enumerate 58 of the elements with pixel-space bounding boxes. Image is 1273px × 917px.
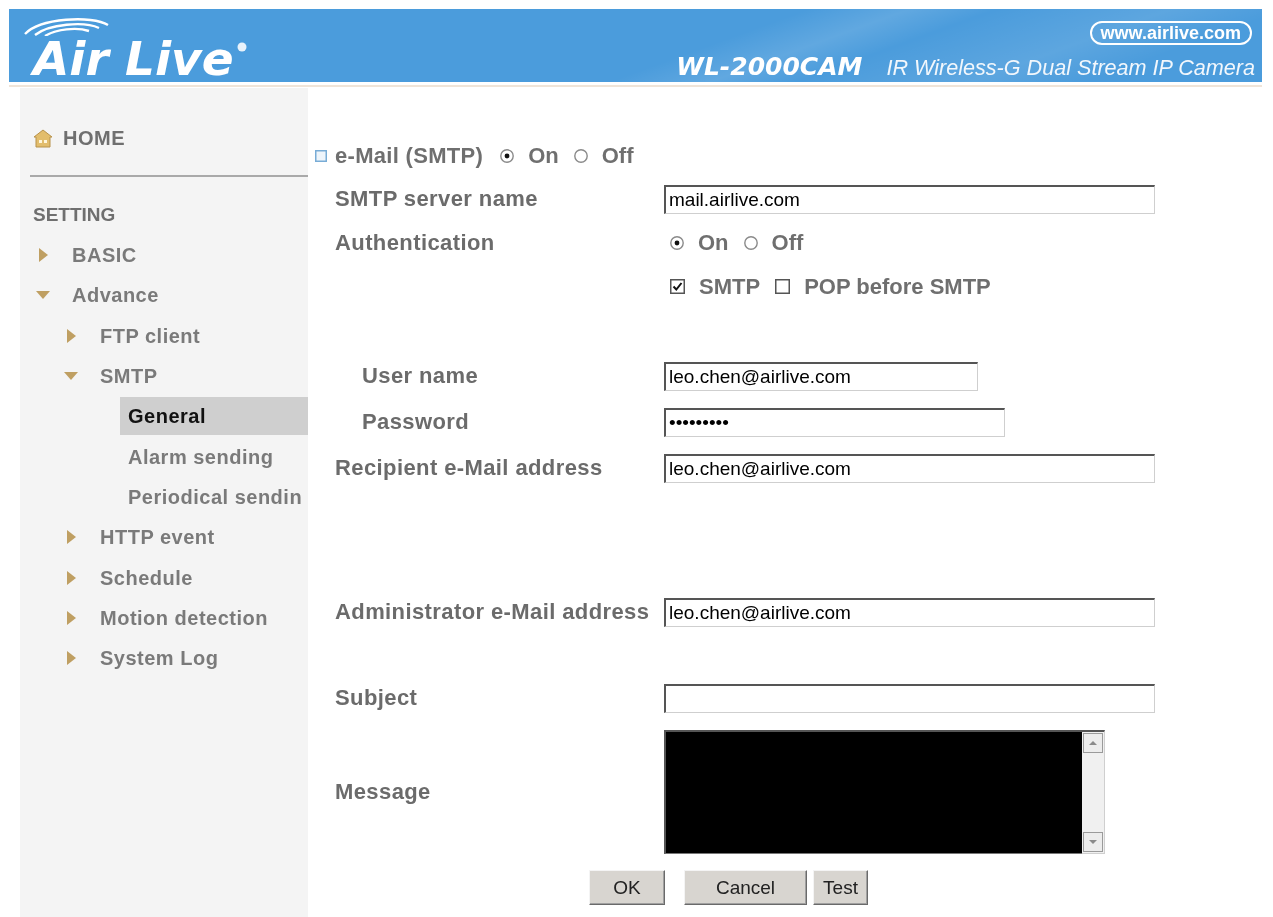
website-address: www.airlive.com: [1089, 21, 1252, 45]
square-bullet-icon: [315, 150, 327, 162]
right-triangle-icon[interactable]: [66, 610, 76, 625]
sidebar-item[interactable]: Periodical sendin: [120, 477, 311, 516]
field-label: Authentication: [335, 230, 496, 256]
sidebar-item[interactable]: FTP client: [92, 316, 209, 355]
field-label: Message: [335, 779, 432, 805]
password-field[interactable]: •••••••••: [664, 407, 1005, 437]
sidebar-item[interactable]: BASIC: [64, 236, 145, 275]
radio-button[interactable]: [500, 149, 515, 163]
checkbox-label: SMTP: [699, 273, 761, 300]
down-triangle-icon[interactable]: [64, 372, 78, 381]
field-label: User name: [361, 363, 480, 389]
sidebar-item[interactable]: Advance: [64, 276, 167, 315]
sidebar-item[interactable]: HTTP event: [92, 518, 223, 557]
test-button[interactable]: Test: [813, 870, 868, 905]
field-label: Subject: [335, 685, 419, 711]
ok-button[interactable]: OK: [589, 870, 665, 905]
sidebar-item[interactable]: General: [120, 397, 308, 436]
right-triangle-icon[interactable]: [66, 530, 76, 545]
radio-button[interactable]: [573, 149, 588, 163]
checkbox-label: POP before SMTP: [804, 273, 991, 300]
checkbox[interactable]: [670, 279, 685, 294]
field-label: Password: [361, 409, 471, 435]
section-title: e-Mail (SMTP): [335, 143, 484, 169]
house-icon[interactable]: [33, 128, 53, 148]
field-label: Administrator e-Mail address: [335, 599, 651, 625]
down-triangle-icon[interactable]: [36, 291, 50, 300]
sidebar-item[interactable]: SMTP: [92, 357, 166, 396]
field-label: Recipient e-Mail address: [335, 455, 604, 481]
checkbox[interactable]: [775, 279, 791, 294]
radio-label: Off: [601, 143, 634, 169]
model-name: WL-2000CAM: [676, 54, 863, 80]
radio-button[interactable]: [743, 236, 758, 250]
text-field[interactable]: leo.chen@airlive.com: [664, 361, 978, 391]
signal-arcs-icon: [22, 16, 110, 36]
right-triangle-icon[interactable]: [66, 328, 76, 343]
product-description: IR Wireless-G Dual Stream IP Camera: [886, 55, 1255, 80]
right-triangle-icon[interactable]: [38, 248, 48, 263]
section-heading: SETTING: [32, 203, 117, 227]
text-field[interactable]: mail.airlive.com: [664, 184, 1155, 214]
radio-button[interactable]: [670, 236, 684, 250]
right-triangle-icon[interactable]: [66, 651, 76, 666]
right-triangle-icon[interactable]: [66, 570, 76, 585]
sidebar-item[interactable]: Alarm sending: [120, 437, 282, 476]
radio-label: Off: [771, 230, 804, 256]
text-field[interactable]: leo.chen@airlive.com: [664, 453, 1155, 483]
text-field[interactable]: [664, 683, 1155, 713]
home-link[interactable]: HOME: [63, 126, 125, 150]
field-label: SMTP server name: [335, 186, 539, 212]
radio-label: On: [698, 230, 729, 256]
sidebar-item[interactable]: Schedule: [92, 558, 201, 597]
sidebar-item[interactable]: System Log: [92, 639, 227, 678]
cancel-button[interactable]: Cancel: [684, 870, 807, 905]
radio-label: On: [528, 143, 559, 169]
sidebar-item[interactable]: Motion detection: [92, 598, 276, 637]
circle-mark-icon: [236, 42, 247, 52]
text-field[interactable]: leo.chen@airlive.com: [664, 597, 1155, 627]
